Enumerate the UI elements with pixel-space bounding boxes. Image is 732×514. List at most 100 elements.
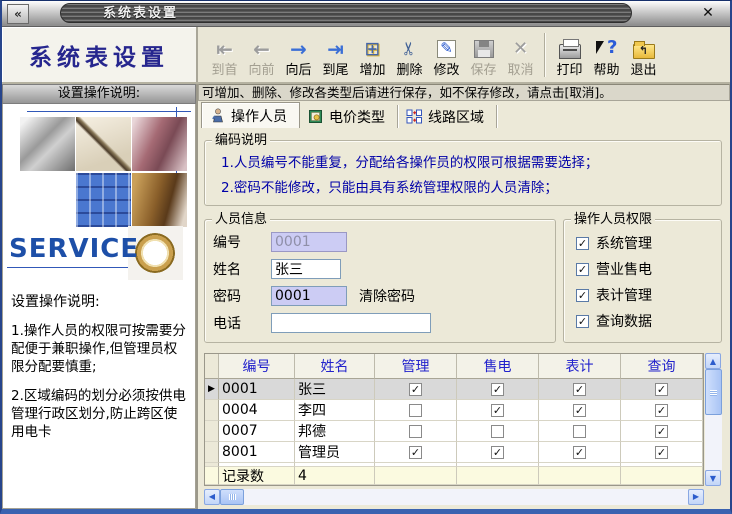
cell-checkbox[interactable]: ✓ (573, 404, 586, 417)
photo-pen (76, 117, 131, 171)
cell-checkbox[interactable] (409, 425, 422, 438)
previous-record-button[interactable]: ← 向前 (243, 29, 280, 81)
cell-checkbox[interactable] (491, 425, 504, 438)
cell-checkbox[interactable]: ✓ (491, 446, 504, 459)
last-record-button[interactable]: ⇥ 到尾 (317, 29, 354, 81)
checkbox-meter[interactable]: ✓ (576, 289, 589, 302)
perm-label: 系统管理 (596, 233, 652, 253)
table-row[interactable]: ▶ 0001 张三 ✓ ✓ ✓ ✓ (205, 379, 703, 400)
next-record-icon: → (290, 35, 307, 63)
checkbox-sales[interactable]: ✓ (576, 263, 589, 276)
button-label: 打印 (556, 63, 582, 78)
tab-price-types[interactable]: 电价类型 (300, 105, 398, 128)
sidebar-note-title: 设置操作说明: (11, 291, 189, 311)
cell-checkbox[interactable]: ✓ (655, 404, 668, 417)
checkbox-query[interactable]: ✓ (576, 315, 589, 328)
scroll-up-icon[interactable]: ▲ (705, 353, 721, 369)
cell-checkbox[interactable]: ✓ (655, 446, 668, 459)
tab-operators[interactable]: 操作人员 (201, 102, 300, 128)
column-header-id[interactable]: 编号 (219, 354, 295, 379)
perm-sales-row: ✓ 营业售电 (576, 256, 711, 282)
table-row[interactable]: 8001 管理员 ✓ ✓ ✓ ✓ (205, 442, 703, 463)
sidebar: 设置操作说明: SERVICE 设置操作说明: 1.操作人员的权限可按需要分配便… (2, 84, 198, 509)
perm-label: 营业售电 (596, 259, 652, 279)
exit-button[interactable]: ↰ 退出 (625, 29, 662, 81)
cancel-button[interactable]: ✕ 取消 (502, 29, 539, 81)
checkbox-system[interactable]: ✓ (576, 237, 589, 250)
toolbar-row: 系统表设置 ⇤ 到首 ← 向前 → 向后 ⇥ 到尾 ⊞ 增加 (2, 27, 730, 84)
horizontal-scrollbar[interactable]: ◀ ▶ (204, 488, 704, 505)
perm-label: 查询数据 (596, 311, 652, 331)
add-button[interactable]: ⊞ 增加 (354, 29, 391, 81)
tab-label: 线路区域 (428, 107, 484, 127)
line-area-icon (406, 109, 423, 124)
table-row[interactable]: 0007 邦德 ✓ (205, 421, 703, 442)
first-record-icon: ⇤ (216, 35, 233, 63)
print-button[interactable]: 打印 (551, 29, 588, 81)
cell-checkbox[interactable] (409, 404, 422, 417)
column-header-sales[interactable]: 售电 (457, 354, 539, 379)
scroll-right-icon[interactable]: ▶ (688, 489, 704, 505)
cell-checkbox[interactable]: ✓ (491, 383, 504, 396)
scroll-down-icon[interactable]: ▼ (705, 470, 721, 486)
decoration-line (27, 111, 191, 112)
person-info-group: 人员信息 编号 姓名 密码 清除密码 (204, 219, 556, 343)
button-label: 到首 (211, 63, 237, 78)
button-label: 取消 (507, 63, 533, 78)
button-label: 到尾 (322, 63, 348, 78)
floppy-save-icon (474, 40, 494, 58)
vertical-scrollbar[interactable]: ▲ ▼ (705, 353, 722, 486)
help-button[interactable]: ? 帮助 (588, 29, 625, 81)
cancel-x-icon: ✕ (513, 35, 528, 63)
password-field[interactable] (271, 286, 347, 306)
column-header-manage[interactable]: 管理 (375, 354, 457, 379)
password-label: 密码 (213, 286, 271, 306)
coding-notes-group: 编码说明 1.人员编号不能重复，分配给各操作员的权限可根据需要选择； 2.密码不… (204, 140, 722, 206)
name-field[interactable] (271, 259, 341, 279)
id-field[interactable] (271, 232, 347, 252)
modify-button[interactable]: ✎ 修改 (428, 29, 465, 81)
cell-checkbox[interactable] (573, 425, 586, 438)
scroll-left-icon[interactable]: ◀ (204, 489, 220, 505)
cell-checkbox[interactable]: ✓ (409, 446, 422, 459)
tab-line-areas[interactable]: 线路区域 (398, 105, 497, 128)
column-header-query[interactable]: 查询 (621, 354, 703, 379)
vscroll-track[interactable] (705, 369, 722, 470)
button-label: 保存 (470, 63, 496, 78)
record-count-value: 4 (295, 467, 375, 485)
close-button[interactable]: ✕ (698, 4, 718, 22)
tab-label: 操作人员 (231, 106, 287, 126)
hscroll-thumb[interactable] (220, 489, 244, 505)
perm-meter-row: ✓ 表计管理 (576, 282, 711, 308)
cell-checkbox[interactable]: ✓ (655, 383, 668, 396)
delete-button[interactable]: ✂ 删除 (391, 29, 428, 81)
tab-strip: 操作人员 电价类型 线路区域 (198, 101, 730, 128)
cell-checkbox[interactable]: ✓ (655, 425, 668, 438)
record-count-label: 记录数 (219, 467, 295, 485)
perm-label: 表计管理 (596, 285, 652, 305)
table-row[interactable]: 0004 李四 ✓ ✓ ✓ (205, 400, 703, 421)
cell-checkbox[interactable]: ✓ (491, 404, 504, 417)
clear-password-button[interactable]: 清除密码 (359, 286, 415, 306)
column-header-meter[interactable]: 表计 (539, 354, 621, 379)
sidebar-note-1: 1.操作人员的权限可按需要分配便于兼职操作,但管理员权限分配要慎重; (11, 323, 189, 376)
save-button[interactable]: 保存 (465, 29, 502, 81)
next-record-button[interactable]: → 向后 (280, 29, 317, 81)
first-record-button[interactable]: ⇤ 到首 (206, 29, 243, 81)
page-title: 系统表设置 (2, 27, 198, 82)
sidebar-note-2: 2.区域编码的划分必须按供电管理行政区划分,防止跨区使用电卡 (11, 388, 189, 441)
sidebar-body: SERVICE 设置操作说明: 1.操作人员的权限可按需要分配便于兼职操作,但管… (2, 104, 196, 509)
app-body: 设置操作说明: SERVICE 设置操作说明: 1.操作人员的权限可按需要分配便… (2, 84, 730, 509)
button-label: 退出 (630, 63, 656, 78)
cell-checkbox[interactable]: ✓ (573, 446, 586, 459)
hscroll-track[interactable] (220, 489, 688, 505)
phone-field[interactable] (271, 313, 431, 333)
cell-name: 邦德 (295, 421, 375, 442)
cell-checkbox[interactable]: ✓ (409, 383, 422, 396)
cell-checkbox[interactable]: ✓ (573, 383, 586, 396)
notice-bar: 可增加、删除、修改各类型后请进行保存，如不保存修改，请点击[取消]。 (198, 84, 730, 101)
app-logo-icon: « (7, 4, 29, 24)
vscroll-thumb[interactable] (705, 369, 722, 415)
edit-icon: ✎ (437, 40, 456, 58)
column-header-name[interactable]: 姓名 (295, 354, 375, 379)
